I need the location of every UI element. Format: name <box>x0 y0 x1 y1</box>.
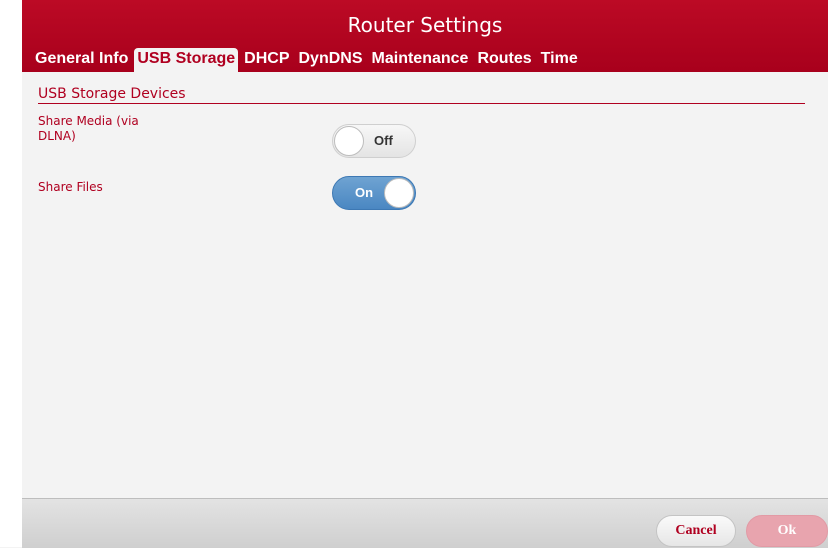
share-media-label-line2: DLNA) <box>38 129 76 143</box>
tab-dyndns[interactable]: DynDNS <box>296 48 366 72</box>
cancel-button[interactable]: Cancel <box>656 515 736 547</box>
tab-dhcp[interactable]: DHCP <box>241 48 292 72</box>
footer-bar: Cancel Ok <box>22 498 828 548</box>
toggle-knob <box>334 126 364 156</box>
settings-content: USB Storage Devices Share Media (via DLN… <box>22 72 828 498</box>
share-media-label-line1: Share Media (via <box>38 114 139 128</box>
tab-usb-storage[interactable]: USB Storage <box>134 48 239 72</box>
tab-general-info[interactable]: General Info <box>32 48 131 72</box>
toggle-state-text: Off <box>374 133 393 148</box>
tab-time[interactable]: Time <box>538 48 581 72</box>
header-bar: Router Settings General Info USB Storage… <box>22 0 828 72</box>
share-media-label: Share Media (via DLNA) <box>38 114 139 144</box>
share-files-toggle[interactable]: On <box>332 176 416 210</box>
tab-bar: General Info USB Storage DHCP DynDNS Mai… <box>32 48 584 72</box>
tab-routes[interactable]: Routes <box>474 48 534 72</box>
ok-button[interactable]: Ok <box>746 515 828 547</box>
share-media-toggle[interactable]: Off <box>332 124 416 158</box>
share-files-label: Share Files <box>38 180 103 194</box>
page-title: Router Settings <box>347 13 503 37</box>
tab-maintenance[interactable]: Maintenance <box>369 48 472 72</box>
section-title: USB Storage Devices <box>38 86 805 104</box>
toggle-state-text: On <box>355 185 374 200</box>
left-edge-panel <box>0 0 22 547</box>
toggle-knob <box>384 178 414 208</box>
